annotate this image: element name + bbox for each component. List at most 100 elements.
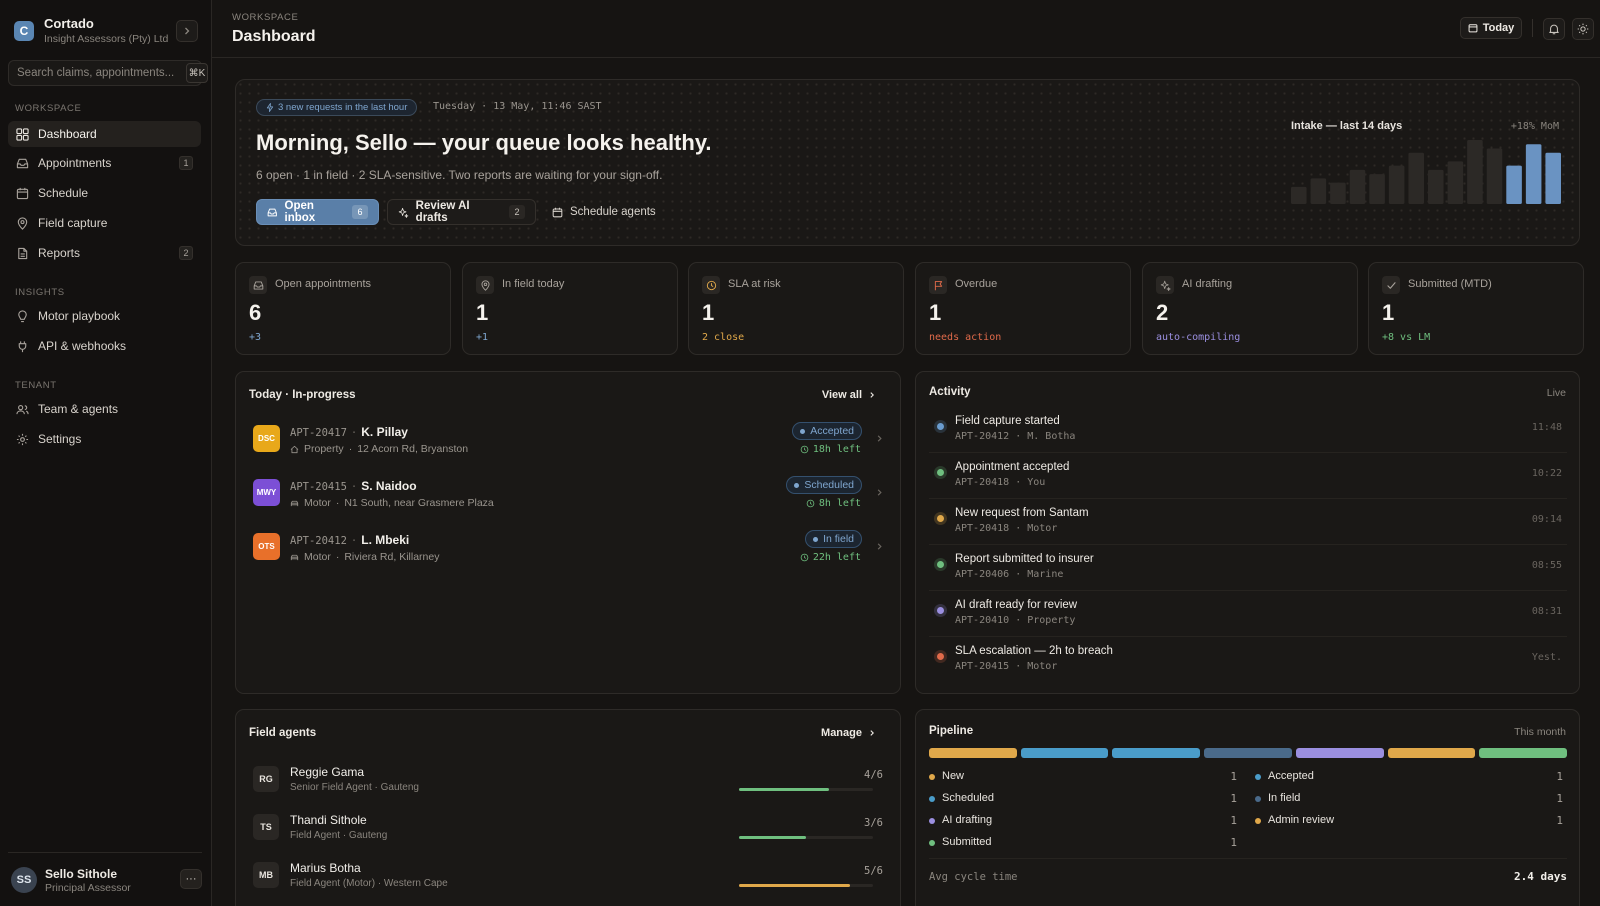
nav-section-insights: INSIGHTS [15, 287, 65, 298]
pipeline-stage[interactable]: AI drafting 1 [929, 814, 1241, 828]
activity-title: AI draft ready for review [955, 599, 1078, 611]
plug-icon [18, 340, 27, 352]
user-profile[interactable]: SS Sello Sithole Principal Assessor ··· [8, 852, 202, 894]
activity-item[interactable]: Appointment accepted APT-20418 · You 10:22 [929, 454, 1567, 499]
kpi-card-in-field-today[interactable]: In field today 1 +1 [462, 262, 678, 355]
view-all-link[interactable]: View all [822, 389, 876, 401]
agent-role: Senior Field Agent · Gauteng [290, 782, 419, 793]
separator-dot: · [335, 551, 340, 563]
appointment-id-line: APT-20412 · L. Mbeki [290, 533, 409, 547]
status-dot [794, 482, 800, 488]
row-chevron [875, 488, 884, 497]
stage-dot [929, 774, 935, 780]
appointments-count-badge: 1 [179, 156, 193, 170]
kpi-card-sla-at-risk[interactable]: SLA at risk 1 2 close [688, 262, 904, 355]
manage-agents-link[interactable]: Manage [821, 727, 876, 739]
agent-load-fill [739, 788, 829, 791]
appointment-row[interactable]: DSC APT-20417 · K. Pillay Property · 12 Acorn … [236, 414, 900, 466]
intake-bar [1369, 174, 1385, 204]
sidebar-item-reports[interactable]: Reports 2 [8, 240, 201, 266]
sidebar-item-schedule[interactable]: Schedule [8, 180, 201, 206]
status-dot [800, 428, 806, 434]
agent-load-count: 5/6 [864, 865, 883, 877]
activity-item[interactable]: Report submitted to insurer APT-20406 · M… [929, 546, 1567, 591]
search-shortcut: ⌘K [186, 63, 208, 83]
status-badge: Accepted [792, 422, 862, 440]
intake-bar [1467, 140, 1483, 204]
stage-count: 1 [1556, 770, 1563, 783]
agent-row[interactable]: MB Marius Botha Field Agent (Motor) · West… [236, 854, 900, 902]
pipeline-segment [1112, 748, 1201, 758]
stage-dot [929, 840, 935, 846]
new-requests-pill[interactable]: 3 new requests in the last hour [256, 99, 418, 116]
search-input[interactable] [17, 61, 187, 85]
kpi-delta: 2 close [702, 332, 745, 343]
sidebar-item-team-agents[interactable]: Team & agents [8, 396, 201, 422]
calendar-icon [1468, 24, 1478, 33]
sidebar-item-api-webhooks[interactable]: API & webhooks [8, 333, 201, 359]
theme-toggle-button[interactable] [1572, 18, 1594, 40]
today-button[interactable]: Today [1460, 17, 1522, 39]
activity-item[interactable]: AI draft ready for review APT-20410 · Pro… [929, 592, 1567, 637]
kpi-card-submitted-mtd[interactable]: Submitted (MTD) 1 +8 vs LM [1368, 262, 1584, 355]
sidebar-item-settings[interactable]: Settings [8, 426, 201, 452]
map-pin-icon [17, 216, 28, 230]
kpi-card-open-appointments[interactable]: Open appointments 6 +3 [235, 262, 451, 355]
agent-row[interactable]: TS Thandi Sithole Field Agent · Gauteng 3/6 [236, 806, 900, 854]
user-menu-button[interactable]: ··· [180, 869, 202, 889]
appointment-row[interactable]: OTS APT-20412 · L. Mbeki Motor · Riviera Rd, K… [236, 522, 900, 574]
pipeline-stage[interactable]: In field 1 [1255, 792, 1567, 806]
schedule-agents-label: Schedule agents [570, 206, 656, 218]
time-left-label: 8h left [818, 498, 861, 509]
pipeline-stage-bar [929, 748, 1567, 758]
kpi-icon-wrap [929, 276, 947, 294]
activity-item[interactable]: New request from Santam APT-20418 · Motor… [929, 500, 1567, 545]
kpi-icon-wrap [1382, 276, 1400, 294]
chevron-right-icon [870, 730, 874, 736]
schedule-agents-button[interactable]: Schedule agents [542, 199, 666, 225]
time-left-label: 22h left [812, 552, 861, 563]
new-requests-text: 3 new requests in the last hour [278, 102, 408, 113]
kpi-card-ai-drafting[interactable]: AI drafting 2 auto-compiling [1142, 262, 1358, 355]
pipeline-segment [1020, 748, 1109, 758]
stage-label: Admin review [1268, 814, 1335, 826]
kpi-value: 1 [1382, 300, 1395, 325]
map-pin-icon [480, 279, 490, 291]
agent-row[interactable]: RG Reggie Gama Senior Field Agent · Gauten… [236, 758, 900, 806]
notifications-button[interactable] [1543, 18, 1565, 40]
pipeline-stage[interactable]: Submitted 1 [929, 836, 1241, 850]
open-inbox-button[interactable]: Open inbox 6 [256, 199, 379, 225]
stage-dot [1255, 796, 1261, 802]
agent-name: Reggie Gama [290, 765, 365, 779]
pipeline-stage[interactable]: Admin review 1 [1255, 814, 1567, 828]
intake-delta: +18% MoM [1510, 121, 1559, 132]
kpi-card-overdue[interactable]: Overdue 1 needs action [915, 262, 1131, 355]
appointment-id: APT-20412 [290, 535, 347, 547]
pipeline-stage[interactable]: New 1 [929, 770, 1241, 784]
clock-icon [800, 445, 809, 454]
activity-dot [937, 561, 944, 568]
sidebar-item-label: Dashboard [38, 127, 97, 141]
activity-item[interactable]: SLA escalation — 2h to breach APT-20415 ·… [929, 638, 1567, 683]
sla-time-left: 18h left [800, 444, 861, 455]
pipeline-stage[interactable]: Scheduled 1 [929, 792, 1241, 806]
sidebar-item-dashboard[interactable]: Dashboard [8, 121, 201, 147]
activity-item[interactable]: Field capture started APT-20412 · M. Both… [929, 408, 1567, 453]
activity-title: SLA escalation — 2h to breach [955, 645, 1113, 657]
sidebar-item-motor-playbook[interactable]: Motor playbook [8, 303, 201, 329]
sidebar-item-appointments[interactable]: Appointments 1 [8, 150, 201, 176]
sparkle-icon [1160, 280, 1171, 291]
inbox-icon [267, 208, 277, 216]
pipeline-stage[interactable]: Accepted 1 [1255, 770, 1567, 784]
calendar-icon [16, 187, 29, 199]
review-ai-drafts-button[interactable]: Review AI drafts 2 [387, 199, 536, 225]
brand-logo: C [14, 21, 34, 41]
sidebar-item-field-capture[interactable]: Field capture [8, 210, 201, 236]
sidebar-collapse-button[interactable] [176, 20, 198, 42]
agent-load-count: 3/6 [864, 817, 883, 829]
appointment-row[interactable]: MWY APT-20415 · S. Naidoo Motor · N1 South, ne… [236, 468, 900, 520]
pipeline-segment [1295, 748, 1384, 758]
calendar-icon [552, 207, 563, 217]
zap-icon [266, 103, 274, 112]
stage-label: Submitted [942, 836, 992, 848]
